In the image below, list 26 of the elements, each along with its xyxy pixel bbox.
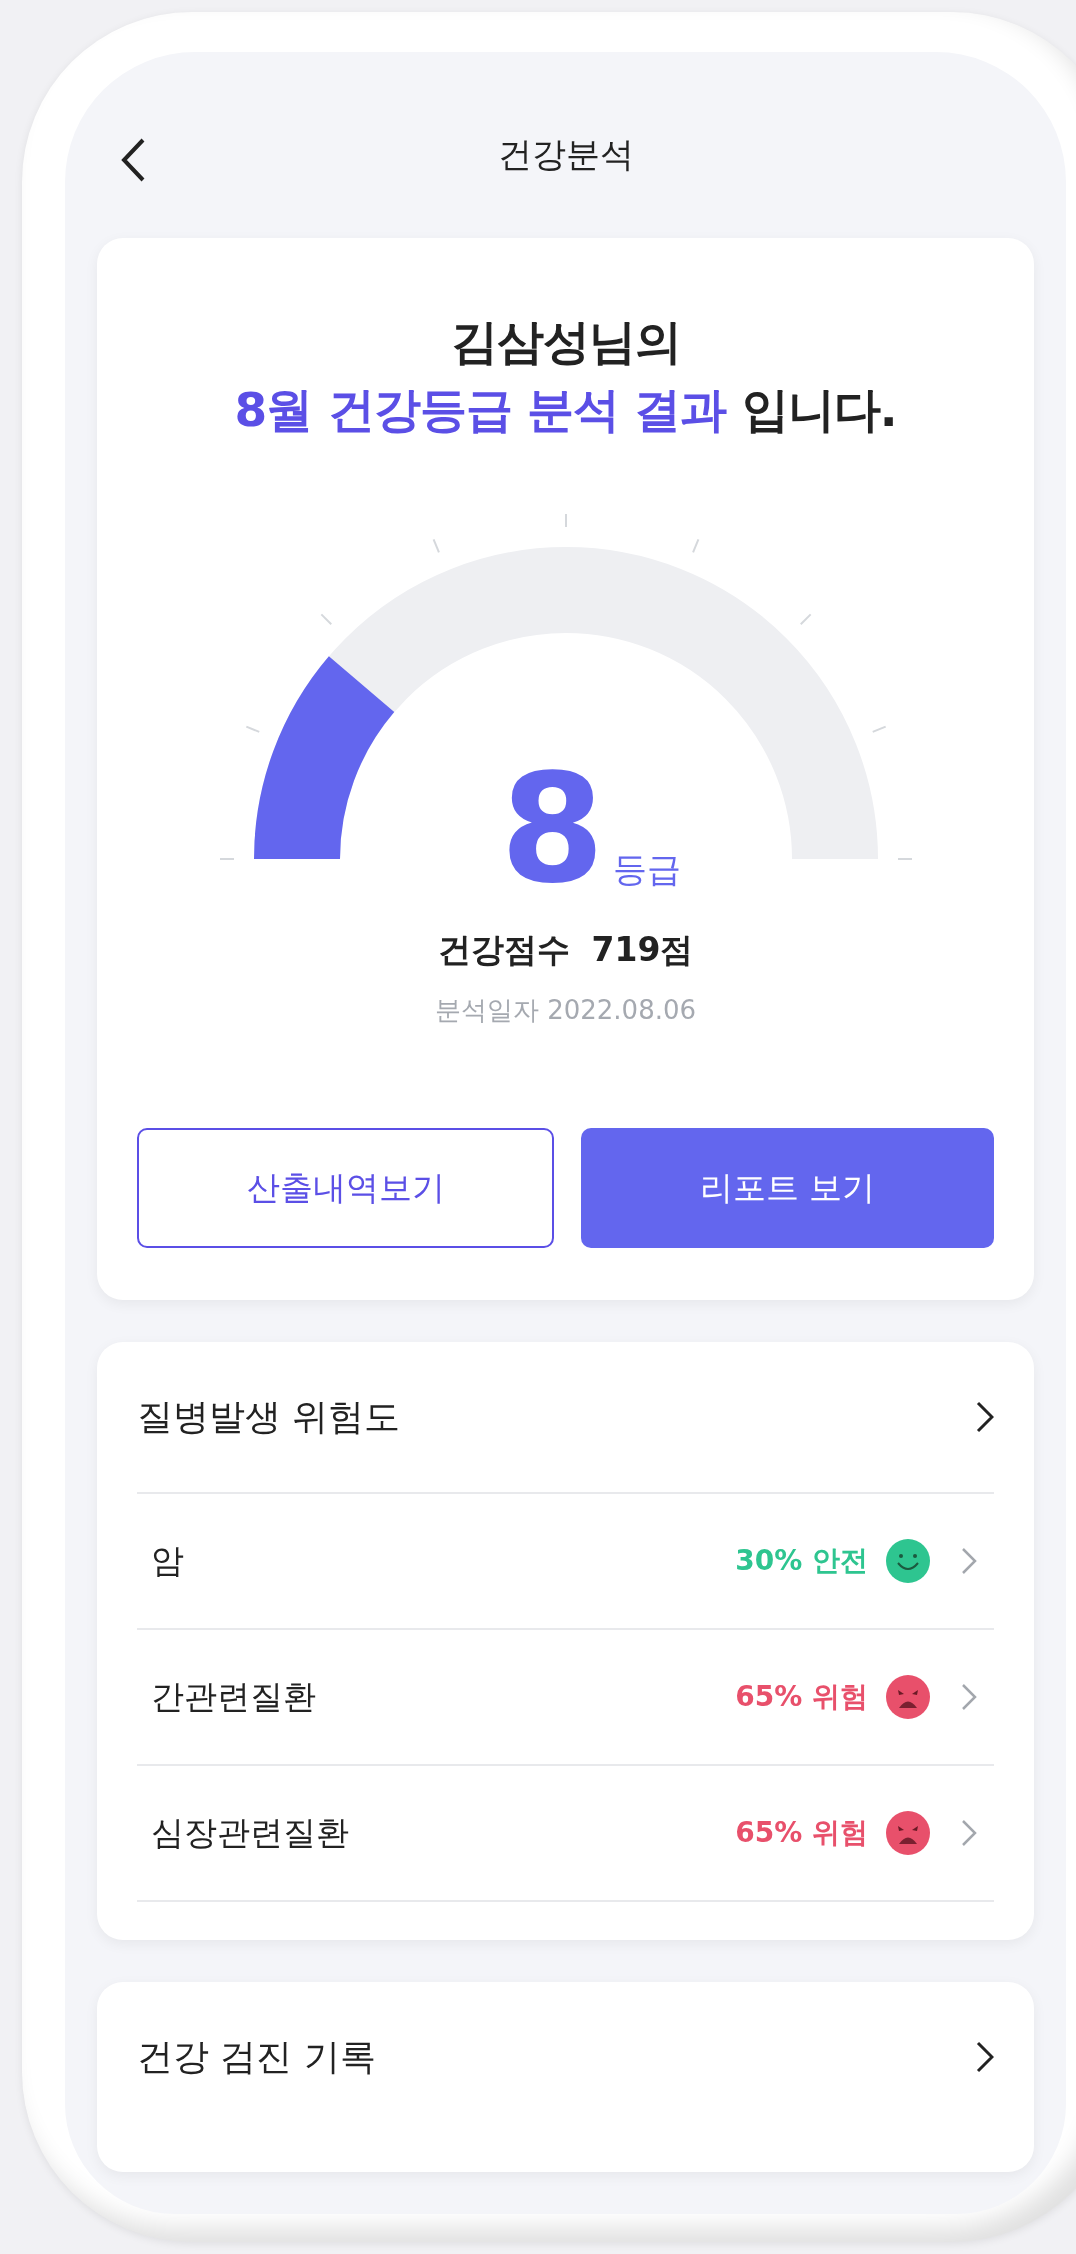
score-label: 건강점수 bbox=[437, 929, 570, 971]
analysis-date: 분석일자 2022.08.06 bbox=[433, 994, 698, 1027]
chevron-right-icon[interactable] bbox=[976, 1401, 994, 1433]
grade-number: 8 bbox=[500, 754, 605, 904]
disease-name: 간관련질환 bbox=[150, 1675, 317, 1718]
angry-face-icon bbox=[886, 1675, 930, 1719]
page-title: 건강분석 bbox=[497, 133, 634, 176]
angry-face-icon bbox=[886, 1811, 930, 1855]
risk-row[interactable]: 심장관련질환 65% 위험 bbox=[137, 1764, 994, 1900]
disease-name: 암 bbox=[150, 1539, 185, 1582]
risk-reading: 30% 안전 bbox=[735, 1543, 868, 1579]
risk-row[interactable]: 암 30% 안전 bbox=[137, 1492, 994, 1628]
risk-row[interactable]: 간관련질환 65% 위험 bbox=[137, 1628, 994, 1764]
section-title: 건강 검진 기록 bbox=[137, 2034, 376, 2079]
grade-unit: 등급 bbox=[612, 848, 681, 891]
section-title: 질병발생 위험도 bbox=[137, 1394, 401, 1439]
details-button[interactable]: 산출내역보기 bbox=[137, 1128, 554, 1248]
result-heading: 김삼성님의 8월 건강등급 분석 결과 입니다. bbox=[233, 313, 898, 439]
smiley-face-icon bbox=[886, 1539, 930, 1583]
disease-name: 심장관련질환 bbox=[150, 1811, 350, 1854]
back-icon[interactable] bbox=[120, 137, 146, 183]
report-button[interactable]: 리포트 보기 bbox=[581, 1128, 994, 1248]
score-value: 719점 bbox=[591, 929, 694, 971]
chevron-right-icon[interactable] bbox=[976, 2041, 994, 2073]
risk-reading: 65% 위험 bbox=[735, 1679, 868, 1715]
risk-reading: 65% 위험 bbox=[735, 1815, 868, 1851]
